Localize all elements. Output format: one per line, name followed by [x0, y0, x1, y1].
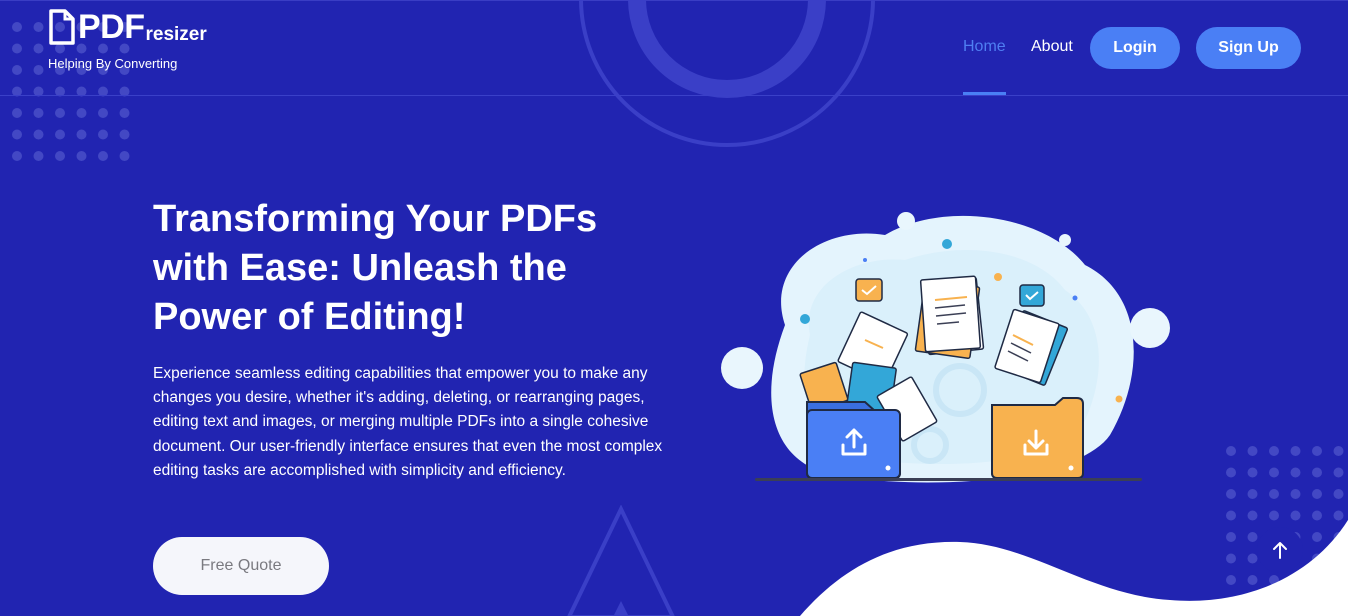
illustration-ground	[755, 478, 1142, 481]
back-to-top-button[interactable]	[1257, 527, 1303, 573]
arrow-up-icon	[1273, 542, 1287, 559]
nav-link-home[interactable]: Home	[963, 38, 1006, 56]
logo-text-sub: resizer	[145, 24, 207, 45]
hero-title: Transforming Your PDFs with Ease: Unleas…	[153, 198, 598, 338]
hero-description: Experience seamless editing capabilities…	[153, 365, 663, 479]
document-icon	[49, 9, 75, 45]
nav-active-indicator	[963, 92, 1006, 95]
bubble-left	[721, 347, 763, 389]
decorative-triangle	[567, 505, 675, 616]
upload-folder	[806, 401, 901, 479]
free-quote-button[interactable]: Free Quote	[153, 537, 329, 595]
site-header: PDF resizer Helping By Converting Home A…	[0, 0, 1348, 96]
check-badge-blue	[1019, 284, 1045, 307]
page: PDF resizer Helping By Converting Home A…	[0, 0, 1348, 616]
brand-tagline: Helping By Converting	[48, 56, 178, 71]
bubble-top	[897, 212, 915, 230]
hero-illustration	[721, 212, 1170, 483]
download-folder	[991, 397, 1084, 479]
signup-button[interactable]: Sign Up	[1196, 27, 1301, 69]
bubble-right	[1130, 308, 1170, 348]
brand-logo[interactable]: PDF resizer	[48, 8, 207, 46]
nav-link-about[interactable]: About	[1031, 38, 1073, 56]
logo-text-main: PDF	[78, 8, 145, 46]
check-badge-orange	[855, 278, 883, 302]
login-button[interactable]: Login	[1090, 27, 1180, 69]
